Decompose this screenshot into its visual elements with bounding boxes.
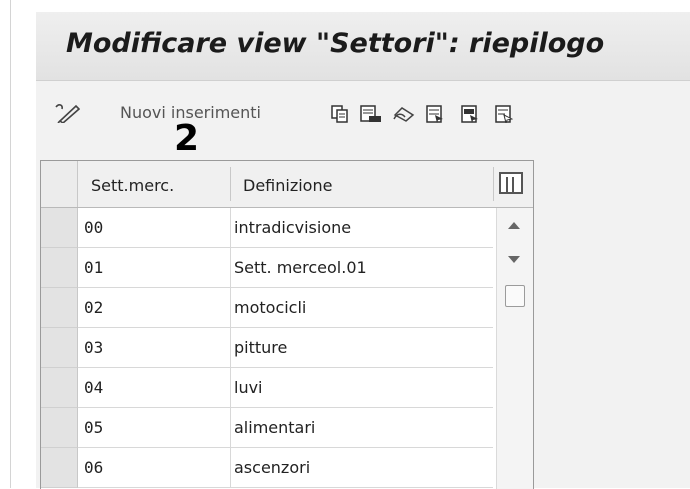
window-left-border — [0, 0, 11, 488]
definition-cell[interactable]: ascenzori — [231, 448, 493, 488]
definition-cell[interactable]: alimentari — [231, 408, 493, 448]
column-header-definizione[interactable]: Definizione — [243, 176, 332, 195]
page-title: Modificare view "Settori": riepilogo — [66, 28, 605, 59]
select-block-icon[interactable] — [461, 105, 479, 123]
table-row[interactable]: 03 pitture — [41, 328, 493, 368]
scroll-up-arrow-icon[interactable] — [508, 222, 520, 229]
code-cell: 04 — [78, 368, 231, 408]
settori-table: Sett.merc. Definizione 00 intradicvision… — [40, 160, 534, 489]
row-selector[interactable] — [41, 448, 78, 488]
code-cell: 00 — [78, 208, 231, 248]
scrollbar-thumb[interactable] — [505, 285, 525, 307]
row-selector[interactable] — [41, 408, 78, 448]
scroll-down-arrow-icon[interactable] — [508, 256, 520, 263]
vertical-scrollbar[interactable] — [496, 208, 533, 489]
row-selector[interactable] — [41, 208, 78, 248]
definition-value: intradicvisione — [234, 218, 352, 237]
code-cell: 03 — [78, 328, 231, 368]
definition-value: ascenzori — [234, 458, 311, 477]
table-row[interactable]: 01 Sett. merceol.01 — [41, 248, 493, 288]
step-number-annotation: 2 — [174, 118, 200, 159]
definition-value: motocicli — [234, 298, 307, 317]
table-settings-icon[interactable] — [499, 172, 523, 194]
select-all-icon[interactable] — [426, 105, 444, 123]
row-selector[interactable] — [41, 328, 78, 368]
definition-value: alimentari — [234, 418, 316, 437]
change-display-icon[interactable] — [54, 103, 80, 123]
row-selector[interactable] — [41, 368, 78, 408]
table-row[interactable]: 04 luvi — [41, 368, 493, 408]
definition-cell[interactable]: motocicli — [231, 288, 493, 328]
code-value: 01 — [84, 258, 104, 277]
code-value: 02 — [84, 298, 104, 317]
table-header: Sett.merc. Definizione — [41, 161, 533, 208]
code-value: 04 — [84, 378, 104, 397]
column-header-sett-merc[interactable]: Sett.merc. — [91, 176, 174, 195]
table-row[interactable]: 02 motocicli — [41, 288, 493, 328]
column-divider — [230, 167, 231, 201]
table-row[interactable]: 06 ascenzori — [41, 448, 493, 488]
code-value: 03 — [84, 338, 104, 357]
title-bar: Modificare view "Settori": riepilogo — [36, 12, 690, 81]
code-cell: 01 — [78, 248, 231, 288]
definition-value: pitture — [234, 338, 288, 357]
code-cell: 06 — [78, 448, 231, 488]
table-row[interactable]: 05 alimentari — [41, 408, 493, 448]
code-value: 05 — [84, 418, 104, 437]
code-value: 00 — [84, 218, 104, 237]
definition-cell[interactable]: intradicvisione — [231, 208, 493, 248]
definition-cell[interactable]: pitture — [231, 328, 493, 368]
copy-icon[interactable] — [331, 105, 349, 123]
definition-value: luvi — [234, 378, 263, 397]
undo-icon[interactable] — [392, 105, 416, 123]
table-row[interactable]: 00 intradicvisione — [41, 208, 493, 248]
column-divider — [493, 167, 494, 201]
code-cell: 02 — [78, 288, 231, 328]
select-all-rows-button[interactable] — [41, 161, 78, 207]
code-cell: 05 — [78, 408, 231, 448]
deselect-all-icon[interactable] — [495, 105, 513, 123]
application-toolbar: Nuovi inserimenti — [36, 81, 690, 145]
row-selector[interactable] — [41, 288, 78, 328]
delete-icon[interactable] — [360, 105, 382, 123]
definition-cell[interactable]: Sett. merceol.01 — [231, 248, 493, 288]
row-selector[interactable] — [41, 248, 78, 288]
definition-cell[interactable]: luvi — [231, 368, 493, 408]
definition-value: Sett. merceol.01 — [234, 258, 367, 277]
code-value: 06 — [84, 458, 104, 477]
